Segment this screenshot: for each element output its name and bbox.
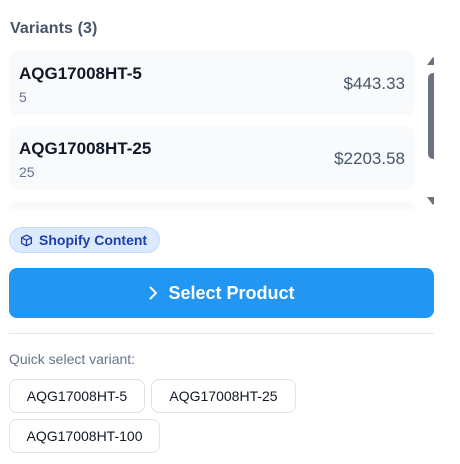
chevron-right-icon <box>148 286 158 300</box>
variant-sku: AQG17008HT-25 <box>19 139 152 158</box>
badge-label: Shopify Content <box>39 232 148 248</box>
select-product-label: Select Product <box>168 282 295 303</box>
variant-quantity: 5 <box>19 89 27 105</box>
quick-select-label: Quick select variant: <box>9 351 136 367</box>
quick-select-chip[interactable]: AQG17008HT-100 <box>9 419 160 453</box>
variants-list-container: AQG17008HT-5 5 $443.33 AQG17008HT-25 25 … <box>9 51 434 209</box>
variant-price: $2203.58 <box>334 149 405 168</box>
divider <box>9 333 434 334</box>
variant-card[interactable]: AQG17008HT-25 25 $2203.58 <box>9 126 415 190</box>
quick-select-chip[interactable]: AQG17008HT-5 <box>9 379 145 413</box>
shopify-content-badge: Shopify Content <box>9 227 161 253</box>
variant-sku: AQG17008HT-5 <box>19 64 142 83</box>
scrollbar-thumb[interactable] <box>428 73 434 159</box>
variant-card[interactable]: AQG17008HT-5 5 $443.33 <box>9 51 415 115</box>
variant-quantity: 25 <box>19 164 35 180</box>
variant-card-partial[interactable] <box>9 201 415 209</box>
variants-list[interactable]: AQG17008HT-5 5 $443.33 AQG17008HT-25 25 … <box>9 51 415 209</box>
cube-icon <box>20 234 33 247</box>
variants-heading: Variants (3) <box>10 20 98 37</box>
scroll-down-arrow-icon[interactable] <box>427 197 434 205</box>
variant-price: $443.33 <box>343 74 405 93</box>
quick-select-chip[interactable]: AQG17008HT-25 <box>151 379 296 413</box>
select-product-button[interactable]: Select Product <box>9 268 434 318</box>
variants-scrollbar[interactable] <box>426 51 434 209</box>
scroll-up-arrow-icon[interactable] <box>427 57 434 65</box>
